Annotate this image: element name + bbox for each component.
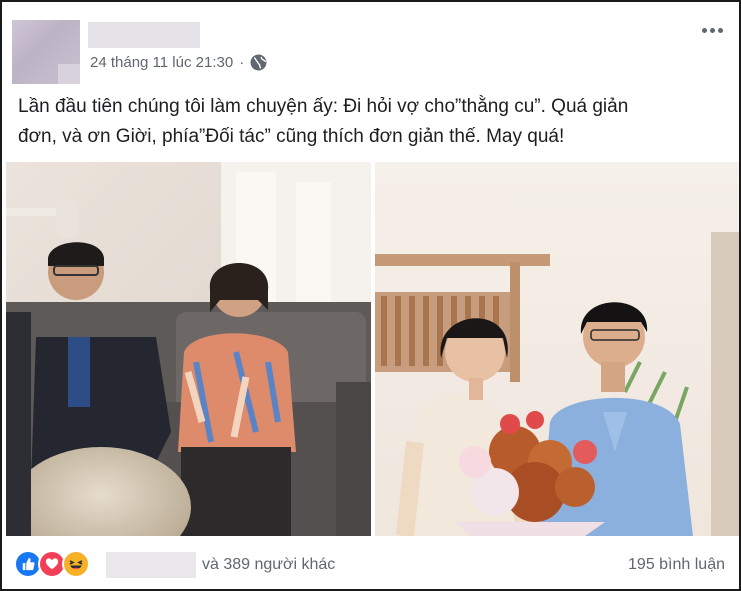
- photo-2[interactable]: [375, 162, 739, 536]
- photo-2-image: [375, 162, 739, 536]
- meta-separator: ·: [239, 54, 245, 71]
- comment-count[interactable]: 195 bình luận: [628, 556, 725, 574]
- haha-icon: [62, 550, 90, 578]
- post-message-line-2: đơn, và ơn Giời, phía”Đối tác” cũng thíc…: [18, 126, 565, 147]
- author-avatar-redacted[interactable]: [12, 20, 80, 84]
- reactor-name-redacted[interactable]: [106, 552, 196, 578]
- post-message: Lần đầu tiên chúng tôi làm chuyện ấy: Đi…: [18, 92, 718, 152]
- facebook-post: 24 tháng 11 lúc 21:30 · Lần đầu tiên chú…: [0, 0, 741, 591]
- photo-grid: [6, 162, 739, 536]
- more-options-icon[interactable]: [697, 20, 727, 40]
- post-message-line-1: Lần đầu tiên chúng tôi làm chuyện ấy: Đi…: [18, 96, 629, 117]
- reactor-count[interactable]: và 389 người khác: [202, 556, 335, 574]
- post-footer: và 389 người khác 195 bình luận: [14, 548, 725, 584]
- post-meta: 24 tháng 11 lúc 21:30 ·: [90, 54, 267, 71]
- reaction-summary[interactable]: [14, 550, 90, 578]
- post-timestamp[interactable]: 24 tháng 11 lúc 21:30: [90, 54, 233, 71]
- photo-1-image: [6, 162, 371, 536]
- author-name-redacted[interactable]: [88, 22, 200, 48]
- post-header: 24 tháng 11 lúc 21:30 ·: [12, 16, 729, 86]
- photo-1[interactable]: [6, 162, 371, 536]
- globe-icon[interactable]: [250, 54, 267, 71]
